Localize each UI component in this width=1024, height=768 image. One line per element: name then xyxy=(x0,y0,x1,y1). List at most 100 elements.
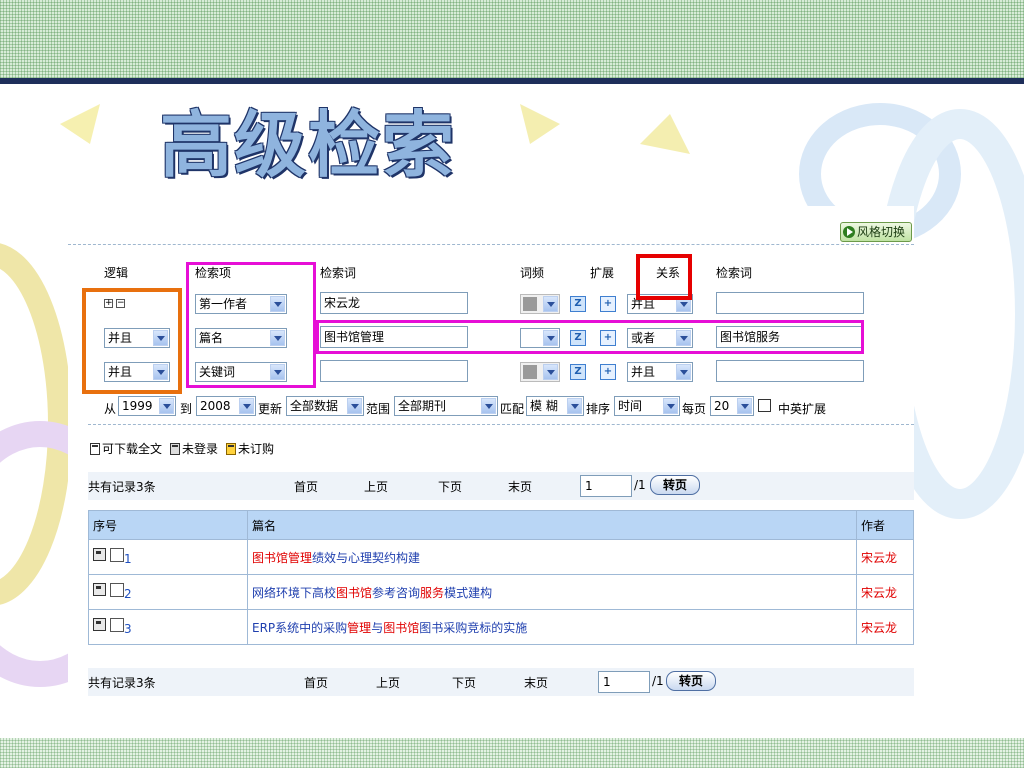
field-highlight-box xyxy=(186,262,316,388)
chevron-down-icon xyxy=(543,296,558,312)
title-part[interactable]: 图书采购竞标的实施 xyxy=(419,621,527,635)
column-header-title[interactable]: 篇名 xyxy=(247,510,857,540)
cn-en-expand-checkbox[interactable] xyxy=(758,399,771,412)
header-logic: 逻辑 xyxy=(104,266,129,280)
total-records: 共有记录3条 xyxy=(88,480,156,494)
pager-top: 共有记录3条 首页 上页 下页 末页 1 /1 转页 xyxy=(88,472,914,500)
update-select[interactable]: 全部数据 xyxy=(286,396,364,416)
legend-downloadable: 可下载全文 xyxy=(90,440,162,457)
expand-related-icon[interactable]: + xyxy=(600,364,616,380)
row-author[interactable]: 宋云龙 xyxy=(856,609,914,645)
sort-select[interactable]: 时间 xyxy=(614,396,680,416)
update-label: 更新 xyxy=(258,402,283,416)
logic-highlight-box xyxy=(82,288,182,394)
row-checkbox[interactable] xyxy=(110,583,124,597)
row-number-cell: 2 xyxy=(88,574,248,610)
style-switch-label: 风格切换 xyxy=(856,225,905,239)
from-year-select[interactable]: 1999 xyxy=(118,396,176,416)
printer-icon[interactable] xyxy=(93,548,106,561)
sort-value: 时间 xyxy=(618,399,643,413)
column-header-author[interactable]: 作者 xyxy=(856,510,914,540)
row-checkbox[interactable] xyxy=(110,548,124,562)
per-page-value: 20 xyxy=(714,399,730,413)
row-title-cell[interactable]: 图书馆管理绩效与心理契约构建 xyxy=(247,539,857,575)
play-icon xyxy=(842,226,855,238)
scope-select[interactable]: 全部期刊 xyxy=(394,396,498,416)
header-term2: 检索词 xyxy=(716,266,753,280)
legend-not-subscribed: 未订购 xyxy=(226,440,274,457)
term-input-3[interactable] xyxy=(320,360,468,382)
term2-input-1[interactable] xyxy=(716,292,864,314)
chevron-down-icon xyxy=(567,398,582,414)
title-part[interactable]: 参考咨询 xyxy=(372,586,420,600)
row-author[interactable]: 宋云龙 xyxy=(856,539,914,575)
scope-value: 全部期刊 xyxy=(398,399,447,413)
page-number-input[interactable]: 1 xyxy=(580,475,632,497)
prev-page-link[interactable]: 上页 xyxy=(376,674,400,691)
header-expand: 扩展 xyxy=(590,266,615,280)
row-author[interactable]: 宋云龙 xyxy=(856,574,914,610)
title-part[interactable]: 图书馆 xyxy=(336,586,372,600)
per-page-label: 每页 xyxy=(682,402,707,416)
row-checkbox[interactable] xyxy=(110,618,124,632)
expand-icon[interactable]: Z xyxy=(570,296,586,312)
table-row: 1 图书馆管理绩效与心理契约构建 宋云龙 xyxy=(88,539,914,575)
chevron-down-icon xyxy=(481,398,496,414)
title-part[interactable]: 图书馆 xyxy=(383,621,419,635)
first-page-link[interactable]: 首页 xyxy=(294,478,318,495)
total-records: 共有记录3条 xyxy=(88,676,156,690)
row-title-cell[interactable]: 网络环境下高校图书馆参考咨询服务模式建构 xyxy=(247,574,857,610)
printer-icon[interactable] xyxy=(93,583,106,596)
table-row: 3 ERP系统中的采购管理与图书馆图书采购竞标的实施 宋云龙 xyxy=(88,609,914,645)
expand-related-icon[interactable]: + xyxy=(600,296,616,312)
search-page-screenshot: 风格切换 逻辑 检索项 检索词 词频 扩展 关系 检索词 + − 第一作者 宋云… xyxy=(68,206,914,706)
document-locked-icon xyxy=(170,443,181,455)
row-number: 3 xyxy=(124,622,132,636)
next-page-link[interactable]: 下页 xyxy=(452,674,476,691)
match-select[interactable]: 模 糊 xyxy=(526,396,584,416)
from-year-value: 1999 xyxy=(122,399,153,413)
last-page-link[interactable]: 末页 xyxy=(524,674,548,691)
freq-swatch xyxy=(523,365,537,379)
chevron-down-icon xyxy=(737,398,752,414)
page-total: /1 xyxy=(634,478,646,492)
legend-not-subscribed-label: 未订购 xyxy=(238,442,275,456)
results-table: 序号 篇名 作者 1 图书馆管理绩效与心理契约构建 宋云龙 2 网络环境下高校图… xyxy=(88,510,914,645)
to-year-select[interactable]: 2008 xyxy=(196,396,256,416)
relation-select-3[interactable]: 并且 xyxy=(627,362,693,382)
title-part[interactable]: 与 xyxy=(371,621,383,635)
terms-highlight-box xyxy=(316,320,864,354)
title-part[interactable]: 图书馆管理 xyxy=(252,551,312,565)
column-header-number[interactable]: 序号 xyxy=(88,510,248,540)
title-part[interactable]: 绩效与心理契约构建 xyxy=(312,551,420,565)
next-page-link[interactable]: 下页 xyxy=(438,478,462,495)
go-page-button[interactable]: 转页 xyxy=(650,475,700,495)
expand-icon[interactable]: Z xyxy=(570,364,586,380)
term-input-1[interactable]: 宋云龙 xyxy=(320,292,468,314)
title-part[interactable]: 服务 xyxy=(420,586,444,600)
style-switch-button[interactable]: 风格切换 xyxy=(839,222,912,242)
title-part[interactable]: 模式建构 xyxy=(444,586,492,600)
title-part[interactable]: 管理 xyxy=(347,621,371,635)
page-top-bar: 风格切换 xyxy=(68,206,914,245)
first-page-link[interactable]: 首页 xyxy=(304,674,328,691)
title-part[interactable]: ERP系统中的采购 xyxy=(252,621,347,635)
term2-input-3[interactable] xyxy=(716,360,864,382)
last-page-link[interactable]: 末页 xyxy=(508,478,532,495)
go-page-button[interactable]: 转页 xyxy=(666,671,716,691)
header-freq: 词频 xyxy=(520,266,545,280)
header-term: 检索词 xyxy=(320,266,357,280)
freq-select-1[interactable] xyxy=(520,294,560,314)
row-title-cell[interactable]: ERP系统中的采购管理与图书馆图书采购竞标的实施 xyxy=(247,609,857,645)
chevron-down-icon xyxy=(663,398,678,414)
prev-page-link[interactable]: 上页 xyxy=(364,478,388,495)
title-part[interactable]: 网络环境下高校 xyxy=(252,586,336,600)
relation-highlight-box xyxy=(636,254,692,300)
freq-swatch xyxy=(523,297,537,311)
per-page-select[interactable]: 20 xyxy=(710,396,754,416)
printer-icon[interactable] xyxy=(93,618,106,631)
relation-select-3-value: 并且 xyxy=(631,365,656,379)
from-label: 从 xyxy=(104,402,117,416)
freq-select-3[interactable] xyxy=(520,362,560,382)
page-number-input[interactable]: 1 xyxy=(598,671,650,693)
